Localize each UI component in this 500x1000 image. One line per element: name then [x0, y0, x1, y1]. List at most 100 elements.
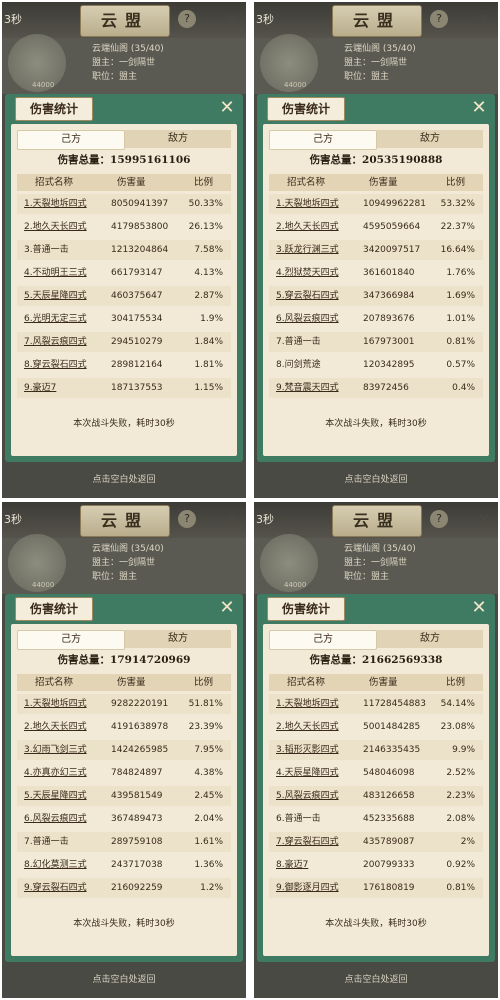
column-header: 比例 — [193, 177, 213, 188]
table-row: 7.穿云裂石四式 435789087 2% — [269, 832, 483, 852]
guild-role: 职位：盟主 — [344, 572, 390, 582]
skill-name[interactable]: 2.地久天长四式 — [276, 217, 339, 237]
skill-name[interactable]: 8.穿云裂石四式 — [24, 355, 87, 375]
table-row: 5.穿云裂石四式 347366984 1.69% — [269, 286, 483, 306]
damage-value: 83972456 — [363, 383, 409, 393]
skill-name[interactable]: 1.天裂地坼四式 — [24, 194, 87, 214]
close-icon[interactable]: ✕ — [217, 598, 237, 618]
skill-name[interactable]: 7.风裂云痕四式 — [24, 332, 87, 352]
tap-to-return-hint[interactable]: 点击空白处返回 — [254, 472, 498, 485]
panel-title: 伤害统计 — [267, 597, 345, 621]
damage-value: 10949962281 — [363, 199, 426, 209]
skill-name[interactable]: 9.穿云裂石四式 — [24, 878, 87, 898]
column-header: 伤害量 — [369, 677, 398, 688]
skill-name: 3.普通一击 — [24, 245, 69, 255]
skill-name[interactable]: 2.地久天长四式 — [24, 217, 87, 237]
skill-name[interactable]: 5.风裂云痕四式 — [276, 786, 339, 806]
help-icon[interactable]: ? — [178, 10, 196, 28]
skill-name[interactable]: 8.幻化莫测三式 — [24, 855, 87, 875]
help-icon[interactable]: ? — [430, 10, 448, 28]
table-row: 7.普通一击 289759108 1.61% — [17, 832, 231, 852]
damage-stats-panel: 伤害统计 ✕ 己方 敌方 伤害总量：15995161106 招式名称 伤害量 比… — [5, 94, 243, 462]
skill-name[interactable]: 1.天裂地坼四式 — [24, 694, 87, 714]
tab-enemy-side[interactable]: 敌方 — [125, 130, 231, 148]
skill-name[interactable]: 3.幻雨飞剑三式 — [24, 740, 87, 760]
table-row: 2.地久天长四式 4179853800 26.13% — [17, 217, 231, 237]
damage-percent: 1.84% — [194, 337, 223, 347]
damage-percent: 4.38% — [194, 768, 223, 778]
skill-name: 7.普通一击 — [276, 337, 321, 347]
skill-name[interactable]: 2.地久天长四式 — [24, 717, 87, 737]
damage-percent: 1.15% — [194, 383, 223, 393]
table-row: 8.豪迈7 200799333 0.92% — [269, 855, 483, 875]
tab-own-side[interactable]: 己方 — [269, 630, 377, 650]
damage-value: 4191638978 — [111, 722, 169, 732]
tap-to-return-hint[interactable]: 点击空白处返回 — [2, 972, 246, 985]
damage-value: 289759108 — [111, 837, 163, 847]
page-title: 云盟 — [80, 5, 170, 37]
tab-enemy-side[interactable]: 敌方 — [377, 130, 483, 148]
skill-name[interactable]: 9.梵音震天四式 — [276, 378, 339, 398]
skill-name[interactable]: 4.亦真亦幻三式 — [24, 763, 87, 783]
table-header: 招式名称 伤害量 比例 — [269, 674, 483, 691]
side-tabs: 己方 敌方 — [269, 130, 483, 150]
skill-name: 6.普通一击 — [276, 814, 321, 824]
table-row: 5.天辰星降四式 460375647 2.87% — [17, 286, 231, 306]
guild-details: 云端仙阁 (35/40) 盟主：一剑隔世 职位：盟主 — [92, 42, 164, 84]
tab-enemy-side[interactable]: 敌方 — [377, 630, 483, 648]
damage-percent: 7.95% — [194, 745, 223, 755]
skill-name[interactable]: 1.天裂地坼四式 — [276, 694, 339, 714]
tap-to-return-hint[interactable]: 点击空白处返回 — [254, 972, 498, 985]
skill-name[interactable]: 9.豪迈7 — [24, 378, 56, 398]
close-icon[interactable]: ✕ — [222, 510, 242, 530]
skill-name[interactable]: 3.韬形灭影四式 — [276, 740, 339, 760]
skill-name[interactable]: 4.烈狱焚天四式 — [276, 263, 339, 283]
skill-name[interactable]: 2.地久天长四式 — [276, 717, 339, 737]
panel-title: 伤害统计 — [267, 97, 345, 121]
help-icon[interactable]: ? — [430, 510, 448, 528]
guild-info: 44000 云端仙阁 (35/40) 盟主：一剑隔世 职位：盟主 — [2, 534, 246, 594]
close-icon[interactable]: ✕ — [469, 598, 489, 618]
timer: 3秒 — [256, 513, 274, 526]
skill-name: 8.问剑荒途 — [276, 360, 321, 370]
skill-name[interactable]: 5.天辰星降四式 — [24, 786, 87, 806]
skill-name[interactable]: 6.光明无定三式 — [24, 309, 87, 329]
skill-name[interactable]: 1.天裂地坼四式 — [276, 194, 339, 214]
table-row: 9.穿云裂石四式 216092259 1.2% — [17, 878, 231, 898]
close-icon[interactable]: ✕ — [222, 10, 242, 30]
total-damage: 伤害总量：20535190888 — [309, 154, 443, 166]
damage-value: 120342895 — [363, 360, 415, 370]
skill-name[interactable]: 4.不动明王三式 — [24, 263, 87, 283]
battle-summary: 本次战斗失败，耗时30秒 — [73, 919, 175, 929]
tap-to-return-hint[interactable]: 点击空白处返回 — [2, 472, 246, 485]
skill-name[interactable]: 8.豪迈7 — [276, 855, 308, 875]
close-icon[interactable]: ✕ — [474, 10, 494, 30]
tab-own-side[interactable]: 己方 — [17, 130, 125, 150]
damage-percent: 0.92% — [446, 860, 475, 870]
panel-title: 伤害统计 — [15, 97, 93, 121]
help-icon[interactable]: ? — [178, 510, 196, 528]
tab-enemy-side[interactable]: 敌方 — [125, 630, 231, 648]
table-header: 招式名称 伤害量 比例 — [17, 674, 231, 691]
close-icon[interactable]: ✕ — [474, 510, 494, 530]
damage-percent: 7.58% — [194, 245, 223, 255]
skill-name[interactable]: 7.穿云裂石四式 — [276, 832, 339, 852]
close-icon[interactable]: ✕ — [469, 98, 489, 118]
tab-own-side[interactable]: 己方 — [269, 130, 377, 150]
table-row: 9.梵音震天四式 83972456 0.4% — [269, 378, 483, 398]
table-row: 4.不动明王三式 661793147 4.13% — [17, 263, 231, 283]
skill-name[interactable]: 6.风裂云痕四式 — [24, 809, 87, 829]
skill-name[interactable]: 3.跃龙行渊三式 — [276, 240, 339, 260]
skill-name[interactable]: 4.天辰星降四式 — [276, 763, 339, 783]
skill-name[interactable]: 6.风裂云痕四式 — [276, 309, 339, 329]
skill-name[interactable]: 5.穿云裂石四式 — [276, 286, 339, 306]
tab-own-side[interactable]: 己方 — [17, 630, 125, 650]
damage-stats-screen: 3秒 云盟 ? ✕ 44000 云端仙阁 (35/40) 盟主：一剑隔世 职位：… — [254, 2, 498, 498]
skill-name[interactable]: 5.天辰星降四式 — [24, 286, 87, 306]
close-icon[interactable]: ✕ — [217, 98, 237, 118]
table-row: 3.跃龙行渊三式 3420097517 16.64% — [269, 240, 483, 260]
guild-power: 44000 — [284, 581, 307, 589]
skill-name: 7.普通一击 — [24, 837, 69, 847]
damage-value: 167973001 — [363, 337, 415, 347]
skill-name[interactable]: 9.御影逐月四式 — [276, 878, 339, 898]
